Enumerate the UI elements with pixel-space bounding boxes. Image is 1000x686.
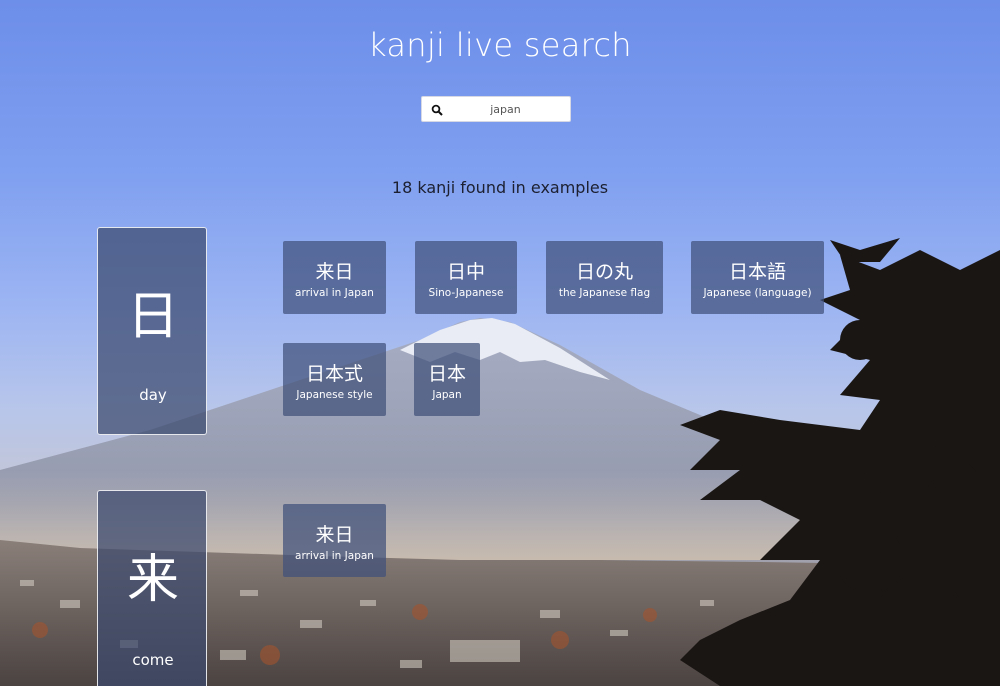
- example-card[interactable]: 日本式 Japanese style: [283, 343, 386, 416]
- example-translation: Japanese style: [296, 389, 373, 401]
- example-word: 日本語: [728, 261, 786, 283]
- example-translation: the Japanese flag: [558, 287, 651, 299]
- example-translation: arrival in Japan: [295, 287, 374, 299]
- example-word: 日の丸: [575, 261, 633, 283]
- example-card[interactable]: 来日 arrival in Japan: [283, 504, 386, 577]
- example-word: 来日: [315, 261, 354, 283]
- search-box[interactable]: [421, 96, 571, 122]
- example-card[interactable]: 日本 Japan: [414, 343, 480, 416]
- search-input[interactable]: [448, 99, 563, 119]
- results-count: 18 kanji found in examples: [391, 178, 609, 197]
- kanji-glyph: 日: [126, 287, 179, 347]
- example-word: 日中: [446, 261, 485, 283]
- kanji-meaning: day: [139, 386, 167, 404]
- example-card[interactable]: 日中 Sino-Japanese: [415, 241, 517, 314]
- example-word: 日本: [427, 363, 466, 385]
- example-word: 日本式: [305, 363, 363, 385]
- example-card[interactable]: 日本語 Japanese (language): [691, 241, 824, 314]
- example-translation: Japanese (language): [703, 287, 812, 299]
- example-translation: Sino-Japanese: [428, 287, 504, 299]
- kanji-glyph: 来: [126, 550, 179, 610]
- example-card[interactable]: 日の丸 the Japanese flag: [546, 241, 663, 314]
- page-title: kanji live search: [368, 26, 632, 64]
- kanji-card[interactable]: 来 come: [97, 490, 207, 686]
- search-icon: [431, 104, 443, 116]
- kanji-meaning: come: [132, 651, 174, 669]
- example-word: 来日: [315, 524, 354, 546]
- example-translation: arrival in Japan: [295, 550, 374, 562]
- example-card[interactable]: 来日 arrival in Japan: [283, 241, 386, 314]
- kanji-card[interactable]: 日 day: [97, 227, 207, 435]
- example-translation: Japan: [432, 389, 462, 401]
